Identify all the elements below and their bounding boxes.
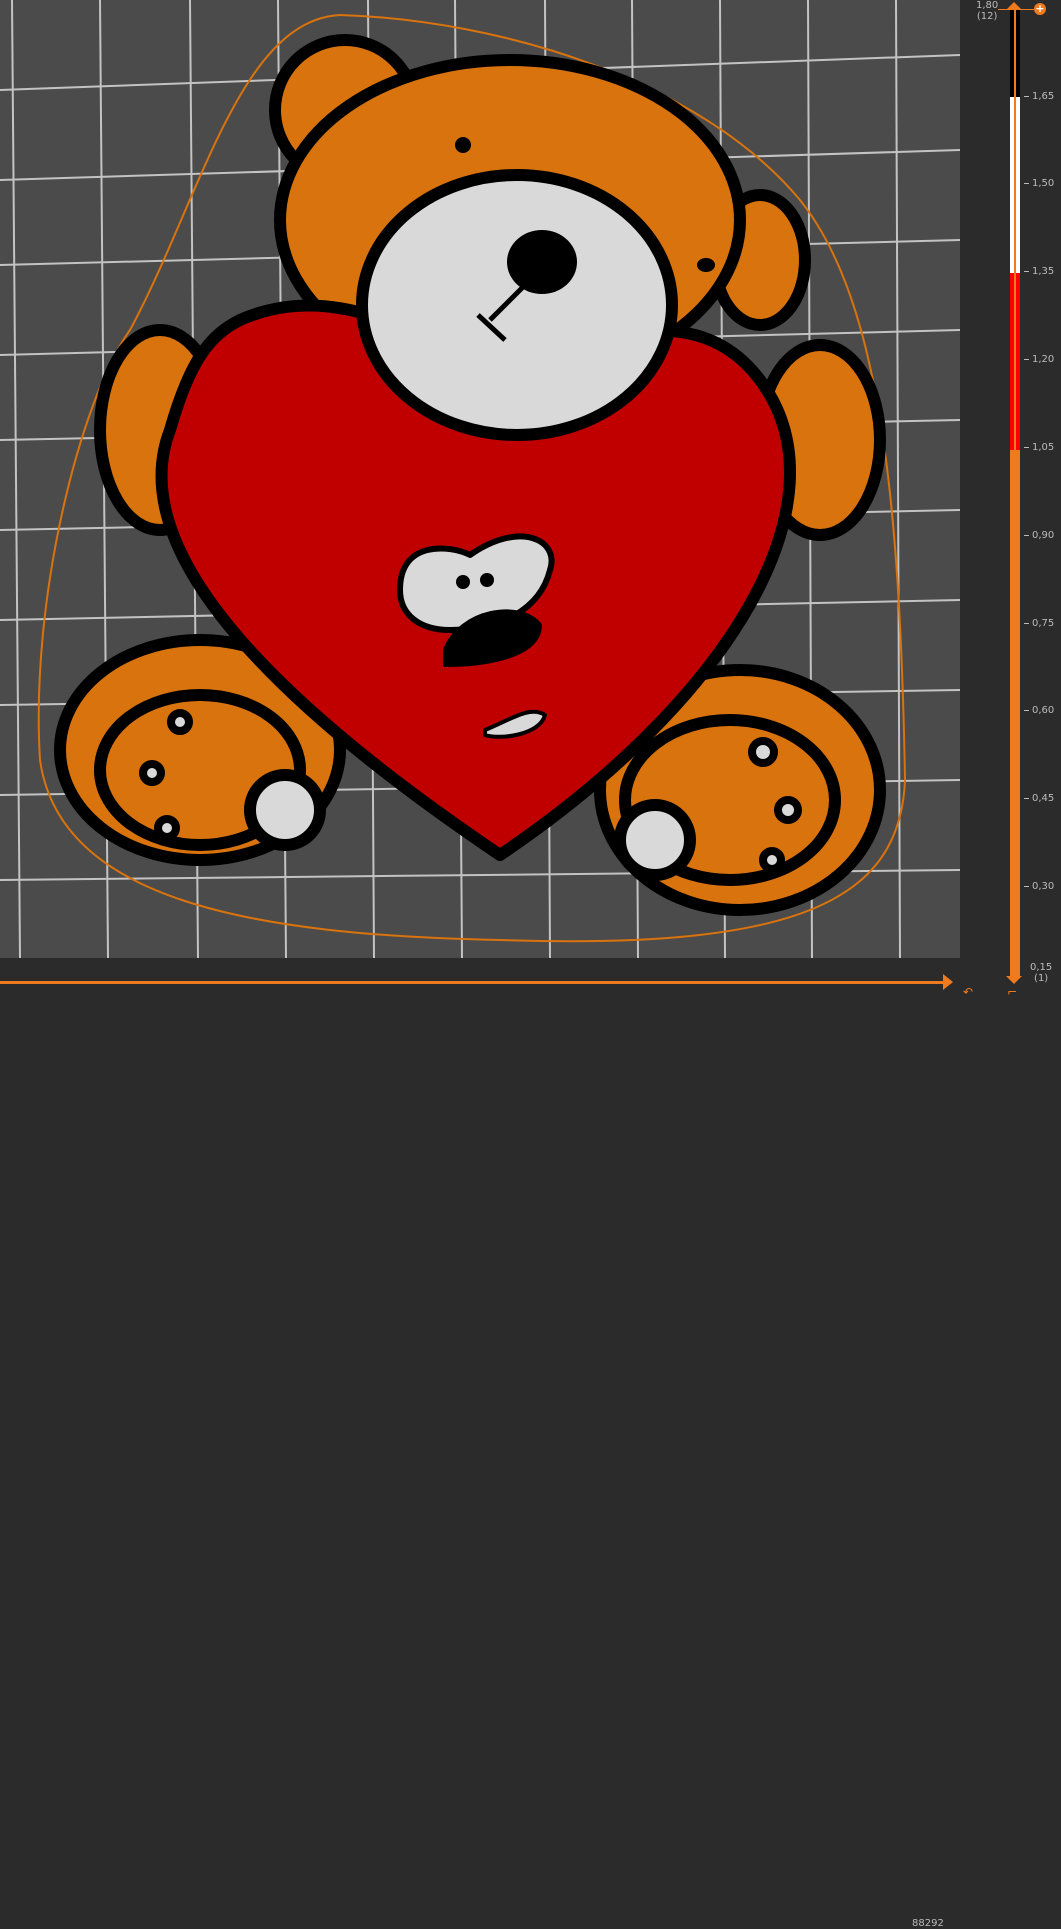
tick-label: 0,75 <box>1024 618 1054 629</box>
horizontal-move-slider[interactable] <box>0 981 945 984</box>
tick-label: 1,20 <box>1024 354 1054 365</box>
bottom-layer-number: (1) <box>1034 973 1049 984</box>
tick-label: 1,65 <box>1024 91 1054 102</box>
tick-label: 0,60 <box>1024 705 1054 716</box>
bottom-layer-height: 0,15 <box>1030 962 1053 973</box>
top-layer-label: 1,80 (12) <box>976 0 998 22</box>
tick-label: 1,05 <box>1024 442 1054 453</box>
layer-slider-track[interactable] <box>1014 6 1016 978</box>
tick-label: 0,90 <box>1024 530 1054 541</box>
layer-slider-panel: 1,80 (12) + 1,65 1,50 1,35 1,20 1,05 0,9… <box>960 0 1061 999</box>
top-layer-number: (12) <box>976 11 998 22</box>
sliced-model-preview <box>0 0 960 958</box>
3d-preview-canvas[interactable] <box>0 0 960 958</box>
tick-label: 1,50 <box>1024 178 1054 189</box>
top-layer-height: 1,80 <box>976 0 999 11</box>
bear <box>54 34 886 916</box>
move-count-label: 88292 <box>912 1918 944 1929</box>
bottom-layer-label: 0,15 (1) <box>1030 962 1052 984</box>
lower-layer-thumb[interactable] <box>1006 976 1022 984</box>
horizontal-move-slider-panel: 88292 <box>0 958 960 1929</box>
tick-label: 0,45 <box>1024 793 1054 804</box>
tick-label: 0,30 <box>1024 881 1054 892</box>
upper-layer-thumb[interactable] <box>1006 2 1022 10</box>
add-color-change-button[interactable]: + <box>1034 3 1046 15</box>
horizontal-slider-thumb[interactable] <box>943 974 953 990</box>
tick-label: 1,35 <box>1024 266 1054 277</box>
